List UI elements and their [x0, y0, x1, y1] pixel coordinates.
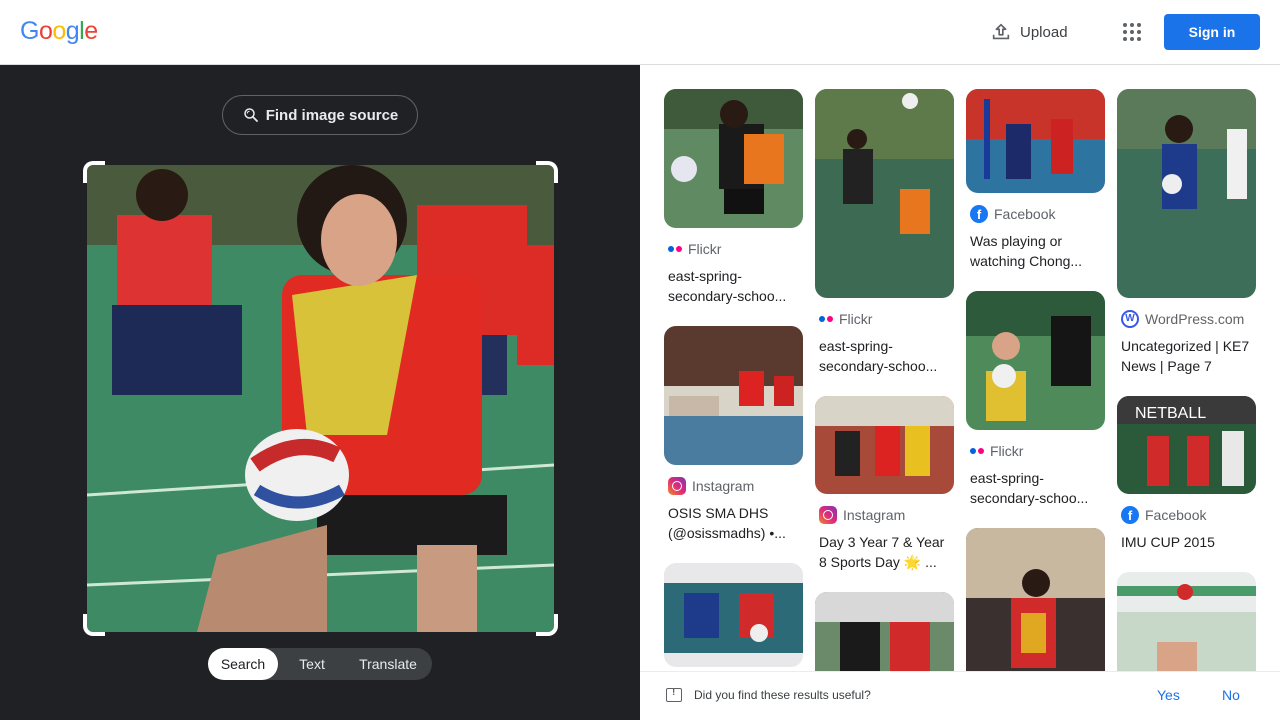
result-title: east-spring-secondary-schoo...: [970, 470, 1089, 506]
result-source: Flickr: [970, 442, 1105, 460]
result-title: east-spring-secondary-schoo...: [819, 338, 938, 374]
result-source-name: Instagram: [692, 478, 755, 494]
result-card[interactable]: [966, 528, 1105, 671]
result-thumbnail: [966, 291, 1105, 430]
tab-search[interactable]: Search: [208, 648, 278, 680]
result-card[interactable]: Flickr east-spring-secondary-schoo...: [664, 89, 803, 306]
flickr-icon: [819, 316, 833, 322]
visual-matches: Flickr east-spring-secondary-schoo... In…: [640, 65, 1280, 671]
result-source-name: Facebook: [1145, 507, 1207, 523]
result-thumbnail: [966, 89, 1105, 193]
result-source: f Facebook: [970, 205, 1105, 223]
result-card[interactable]: Instagram Day 3 Year 7 & Year 8 Sports D…: [815, 396, 954, 572]
wordpress-icon: W: [1121, 310, 1139, 328]
result-thumbnail: [664, 326, 803, 465]
find-image-source-label: Find image source: [265, 106, 399, 124]
result-title: east-spring-secondary-schoo...: [668, 268, 787, 304]
tab-translate[interactable]: Translate: [346, 648, 430, 680]
find-image-source-button[interactable]: Find image source: [222, 95, 418, 135]
results-column: Flickr east-spring-secondary-schoo... In…: [664, 89, 803, 667]
result-source-name: Instagram: [843, 507, 906, 523]
result-card[interactable]: Flickr east-spring-secondary-schoo...: [815, 89, 954, 376]
result-title: Was playing or watching Chong...: [970, 233, 1083, 269]
result-card[interactable]: NETBALL f Facebook IMU CUP 2015: [1117, 396, 1256, 552]
result-card[interactable]: W WordPress.com Uncategorized | KE7 News …: [1117, 89, 1256, 376]
result-source-name: Flickr: [990, 443, 1024, 459]
instagram-icon: [819, 506, 837, 524]
result-title: IMU CUP 2015: [1121, 534, 1215, 550]
crop-handle-bottom-right[interactable]: [536, 614, 558, 636]
result-thumbnail: [966, 528, 1105, 671]
result-card[interactable]: f Facebook Was playing or watching Chong.…: [966, 89, 1105, 271]
upload-button[interactable]: Upload: [990, 18, 1068, 46]
feedback-icon: [666, 687, 682, 702]
crop-handle-top-right[interactable]: [536, 161, 558, 183]
result-source: Instagram: [668, 477, 803, 495]
result-thumbnail: [815, 592, 954, 671]
result-title: Day 3 Year 7 & Year 8 Sports Day 🌟 ...: [819, 534, 945, 570]
result-card[interactable]: Instagram OSIS SMA DHS (@osissmadhs) •..…: [664, 326, 803, 543]
result-thumbnail: [1117, 89, 1256, 298]
upload-label: Upload: [1020, 23, 1068, 41]
flickr-icon: [668, 246, 682, 252]
result-thumbnail: [815, 89, 954, 298]
result-title: OSIS SMA DHS (@osissmadhs) •...: [668, 505, 786, 541]
feedback-no-button[interactable]: No: [1222, 687, 1240, 703]
results-column: W WordPress.com Uncategorized | KE7 News …: [1117, 89, 1256, 671]
result-thumbnail: [664, 563, 803, 667]
facebook-icon: f: [970, 205, 988, 223]
result-thumbnail: [815, 396, 954, 494]
query-image: [87, 165, 554, 632]
apps-grid-icon[interactable]: [1118, 18, 1146, 46]
logo-letter: G: [20, 17, 39, 45]
result-source: W WordPress.com: [1121, 310, 1256, 328]
result-thumbnail: [664, 89, 803, 228]
result-source: Flickr: [819, 310, 954, 328]
result-card[interactable]: [1117, 572, 1256, 671]
results-column: Flickr east-spring-secondary-schoo... In…: [815, 89, 954, 671]
crop-handle-bottom-left[interactable]: [83, 614, 105, 636]
feedback-yes-button[interactable]: Yes: [1157, 687, 1180, 703]
feedback-bar: Did you find these results useful? Yes N…: [640, 671, 1280, 720]
result-source: Flickr: [668, 240, 803, 258]
mode-switcher: Search Text Translate: [208, 648, 432, 680]
flickr-icon: [970, 448, 984, 454]
query-image-pane: Find image source Search Text Translate: [0, 65, 640, 720]
logo-letter: o: [52, 17, 66, 45]
result-thumbnail: [1117, 572, 1256, 671]
upload-icon: [992, 23, 1010, 40]
results-column: f Facebook Was playing or watching Chong.…: [966, 89, 1105, 671]
tab-text[interactable]: Text: [278, 648, 346, 680]
sign-in-button[interactable]: Sign in: [1164, 14, 1260, 50]
feedback-question: Did you find these results useful?: [694, 688, 871, 702]
result-source-name: WordPress.com: [1145, 311, 1245, 327]
result-card[interactable]: [815, 592, 954, 671]
result-source: f Facebook: [1121, 506, 1256, 524]
lens-search-icon: [243, 108, 258, 122]
crop-handle-top-left[interactable]: [83, 161, 105, 183]
instagram-icon: [668, 477, 686, 495]
result-source-name: Facebook: [994, 206, 1056, 222]
result-title: Uncategorized | KE7 News | Page 7: [1121, 338, 1250, 374]
result-card[interactable]: [664, 563, 803, 667]
crop-selection[interactable]: [83, 161, 558, 636]
logo-letter: e: [84, 17, 98, 45]
logo-letter: o: [38, 17, 53, 45]
google-logo[interactable]: Google: [20, 17, 98, 46]
thumbnail-text: NETBALL: [1135, 405, 1206, 422]
facebook-icon: f: [1121, 506, 1139, 524]
result-source-name: Flickr: [839, 311, 873, 327]
top-bar: Google Upload Sign in: [0, 0, 1280, 65]
result-source: Instagram: [819, 506, 954, 524]
result-card[interactable]: Flickr east-spring-secondary-schoo...: [966, 291, 1105, 508]
logo-letter: g: [65, 17, 80, 45]
result-thumbnail: NETBALL: [1117, 396, 1256, 494]
result-source-name: Flickr: [688, 241, 722, 257]
